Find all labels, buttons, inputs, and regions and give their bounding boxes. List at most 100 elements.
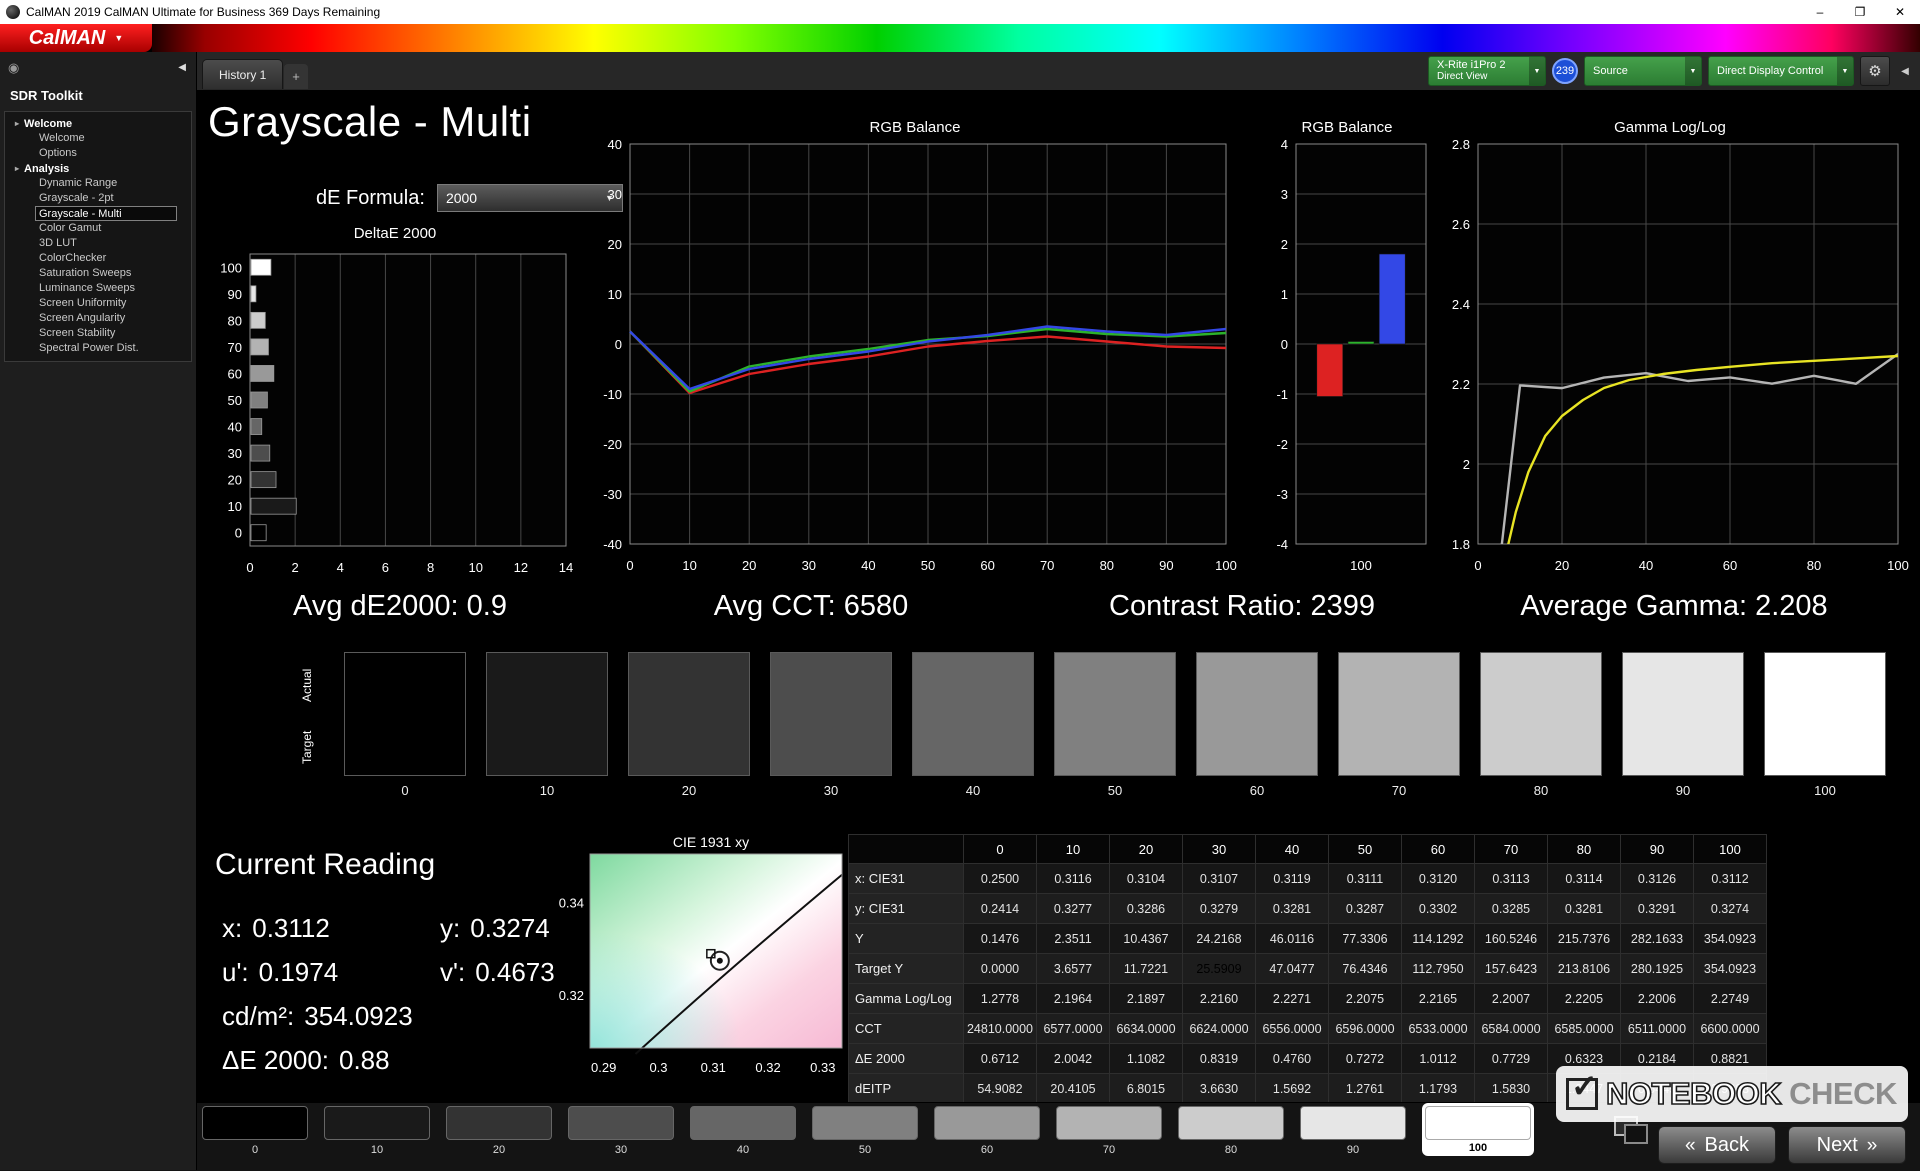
table-cell: 6511.0000 xyxy=(1621,1014,1694,1044)
source-dropdown[interactable]: Source ▼ xyxy=(1584,56,1702,86)
calman-logo-button[interactable]: CalMAN ▼ xyxy=(0,24,152,52)
table-cell: 1.1082 xyxy=(1110,1044,1183,1074)
svg-text:40: 40 xyxy=(228,420,242,435)
back-button[interactable]: « Back xyxy=(1658,1126,1776,1164)
table-cell: 0.3112 xyxy=(1694,864,1767,894)
table-cell: 24810.0000 xyxy=(964,1014,1037,1044)
stat-avg-cct: Avg CCT: 6580 xyxy=(714,590,909,623)
sidebar-item-3d-lut[interactable]: 3D LUT xyxy=(5,236,191,251)
sidebar-item-spectral-power-dist[interactable]: Spectral Power Dist. xyxy=(5,341,191,356)
table-cell: 354.0923 xyxy=(1694,924,1767,954)
svg-text:-3: -3 xyxy=(1276,487,1288,502)
patch-button-50[interactable]: 50 xyxy=(812,1106,918,1156)
svg-text:70: 70 xyxy=(1040,558,1054,573)
table-cell: 77.3306 xyxy=(1329,924,1402,954)
patch-button-90[interactable]: 90 xyxy=(1300,1106,1406,1156)
sidebar-section-analysis[interactable]: ▸ Analysis xyxy=(5,161,191,176)
table-col-header: 10 xyxy=(1037,835,1110,864)
table-col-header: 70 xyxy=(1475,835,1548,864)
patch-button-70[interactable]: 70 xyxy=(1056,1106,1162,1156)
patch-color xyxy=(1178,1106,1284,1140)
table-cell: 46.0116 xyxy=(1256,924,1329,954)
patch-button-80[interactable]: 80 xyxy=(1178,1106,1284,1156)
patch-color xyxy=(1056,1106,1162,1140)
sidebar-item-welcome[interactable]: Welcome xyxy=(5,131,191,146)
sidebar-item-screen-angularity[interactable]: Screen Angularity xyxy=(5,311,191,326)
notebookcheck-watermark: ✓ NOTEBOOKCHECK xyxy=(1556,1066,1908,1122)
svg-text:0.34: 0.34 xyxy=(559,896,584,911)
sidebar-section-welcome[interactable]: ▸ Welcome xyxy=(5,116,191,131)
grayscale-swatch-90: 90 xyxy=(1622,652,1744,798)
patch-color xyxy=(934,1106,1040,1140)
display-control-dropdown[interactable]: Direct Display Control ▼ xyxy=(1708,56,1854,86)
collapse-sidebar-button[interactable]: ◀ xyxy=(178,62,186,73)
next-button[interactable]: Next » xyxy=(1788,1126,1906,1164)
sidebar-item-colorchecker[interactable]: ColorChecker xyxy=(5,251,191,266)
chart-title: DeltaE 2000 xyxy=(200,224,590,246)
svg-text:2: 2 xyxy=(1281,237,1288,252)
close-button[interactable]: ✕ xyxy=(1880,0,1920,24)
patch-button-0[interactable]: 0 xyxy=(202,1106,308,1156)
section-label: Welcome xyxy=(24,118,72,130)
back-label: Back xyxy=(1705,1134,1749,1157)
table-row-label: Gamma Log/Log xyxy=(849,984,964,1014)
svg-text:30: 30 xyxy=(608,187,622,202)
minimize-button[interactable]: – xyxy=(1800,0,1840,24)
patch-button-30[interactable]: 30 xyxy=(568,1106,674,1156)
sidebar-item-luminance-sweeps[interactable]: Luminance Sweeps xyxy=(5,281,191,296)
svg-text:0: 0 xyxy=(615,337,622,352)
expand-arrow-icon[interactable]: ▸ xyxy=(15,164,19,173)
maximize-button[interactable]: ❐ xyxy=(1840,0,1880,24)
table-cell: 0.3119 xyxy=(1256,864,1329,894)
svg-text:60: 60 xyxy=(980,558,994,573)
add-tab-button[interactable]: + xyxy=(284,64,308,89)
swatch-level-label: 50 xyxy=(1108,783,1122,798)
patch-color xyxy=(1425,1106,1531,1140)
table-cell: 2.2165 xyxy=(1402,984,1475,1014)
sidebar-item-screen-uniformity[interactable]: Screen Uniformity xyxy=(5,296,191,311)
rgb-balance-bar-chart: RGB Balance 43210-1-2-3-4100 xyxy=(1256,118,1438,587)
workflow-icon[interactable]: ◉ xyxy=(8,60,19,76)
sidebar-item-dynamic-range[interactable]: Dynamic Range xyxy=(5,176,191,191)
table-col-header: 80 xyxy=(1548,835,1621,864)
meter-dropdown[interactable]: X-Rite i1Pro 2 Direct View ▼ xyxy=(1428,56,1546,86)
table-cell: 0.3114 xyxy=(1548,864,1621,894)
sidebar-item-options[interactable]: Options xyxy=(5,146,191,161)
table-cell: 0.3120 xyxy=(1402,864,1475,894)
sidebar-item-grayscale-multi[interactable]: Grayscale - Multi xyxy=(35,206,177,221)
section-label: Analysis xyxy=(24,163,69,175)
patch-label: 80 xyxy=(1225,1144,1237,1156)
sidebar-item-screen-stability[interactable]: Screen Stability xyxy=(5,326,191,341)
table-col-header: 50 xyxy=(1329,835,1402,864)
grayscale-swatch-60: 60 xyxy=(1196,652,1318,798)
stat-avg-de2000: Avg dE2000: 0.9 xyxy=(293,590,507,623)
tab-history-1[interactable]: History 1 xyxy=(202,59,283,89)
sidebar-item-color-gamut[interactable]: Color Gamut xyxy=(5,221,191,236)
watermark-text-check: CHECK xyxy=(1789,1076,1897,1112)
workflow-tree: ▸WelcomeWelcomeOptions▸AnalysisDynamic R… xyxy=(4,111,192,362)
rgb-balance-bar-chart-svg: 43210-1-2-3-4100 xyxy=(1256,140,1438,582)
patch-button-20[interactable]: 20 xyxy=(446,1106,552,1156)
table-cell: 10.4367 xyxy=(1110,924,1183,954)
reading-count-badge[interactable]: 239 xyxy=(1552,58,1578,84)
swatch-level-label: 80 xyxy=(1534,783,1548,798)
display-icon-front xyxy=(1624,1124,1648,1144)
grayscale-swatch-0: 0 xyxy=(344,652,466,798)
table-cell: 2.1964 xyxy=(1037,984,1110,1014)
expand-arrow-icon[interactable]: ▸ xyxy=(15,119,19,128)
table-cell: 0.3277 xyxy=(1037,894,1110,924)
sidebar-item-saturation-sweeps[interactable]: Saturation Sweeps xyxy=(5,266,191,281)
table-cell: 2.2205 xyxy=(1548,984,1621,1014)
patch-button-60[interactable]: 60 xyxy=(934,1106,1040,1156)
table-cell: 24.2168 xyxy=(1183,924,1256,954)
settings-gear-button[interactable]: ⚙ xyxy=(1860,56,1890,86)
sidebar-item-grayscale-2pt[interactable]: Grayscale - 2pt xyxy=(5,191,191,206)
table-row: Y0.14762.351110.436724.216846.011677.330… xyxy=(849,924,1767,954)
svg-text:10: 10 xyxy=(468,560,482,575)
patch-button-10[interactable]: 10 xyxy=(324,1106,430,1156)
patch-buttons: 0 10 20 30 40 50 60 70 80 90 100 xyxy=(202,1106,1534,1156)
patch-button-40[interactable]: 40 xyxy=(690,1106,796,1156)
table-cell: 282.1633 xyxy=(1621,924,1694,954)
patch-button-100[interactable]: 100 xyxy=(1422,1103,1534,1156)
collapse-panel-button[interactable]: ◀ xyxy=(1896,66,1914,77)
